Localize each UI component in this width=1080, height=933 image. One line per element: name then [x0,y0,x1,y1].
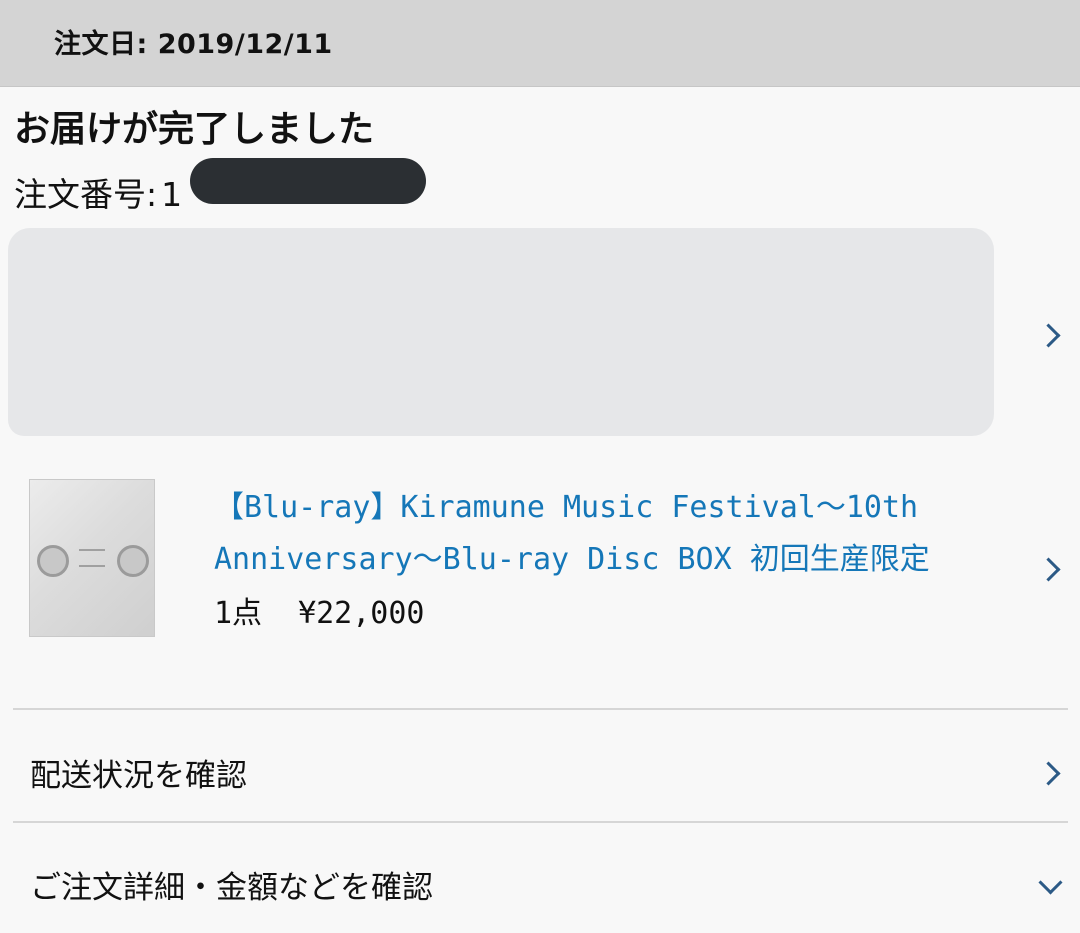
redacted-order-number [190,158,426,204]
logo-seal-icon [117,545,149,577]
product-thumbnail[interactable] [29,479,155,637]
product-title-link[interactable]: 【Blu-ray】Kiramune Music Festival〜10th An… [214,482,994,586]
delivery-status-title: お届けが完了しました [14,109,375,150]
order-number-label: 注文番号: [14,175,158,214]
divider [13,821,1068,823]
redacted-address-panel[interactable] [8,228,994,436]
logo-seal-icon [37,545,69,577]
order-number-value: 1 [161,175,183,214]
product-price: ¥22,000 [298,596,425,631]
product-quantity: 1点 [214,596,263,631]
track-shipment-link[interactable]: 配送状況を確認 [30,750,247,795]
order-date: 注文日: 2019/12/11 [54,29,333,60]
chevron-down-icon[interactable] [1038,870,1063,895]
chevron-right-icon[interactable] [1036,323,1061,348]
chevron-right-icon[interactable] [1036,557,1061,582]
order-number: 注文番号: 1 [14,168,182,216]
chevron-right-icon[interactable] [1036,761,1061,786]
order-details-link[interactable]: ご注文詳細・金額などを確認 [30,862,433,907]
product-meta: 1点 ¥22,000 [214,588,425,632]
order-date-header: 注文日: 2019/12/11 [0,0,1080,87]
divider [13,708,1068,710]
logo-mark [79,549,105,567]
